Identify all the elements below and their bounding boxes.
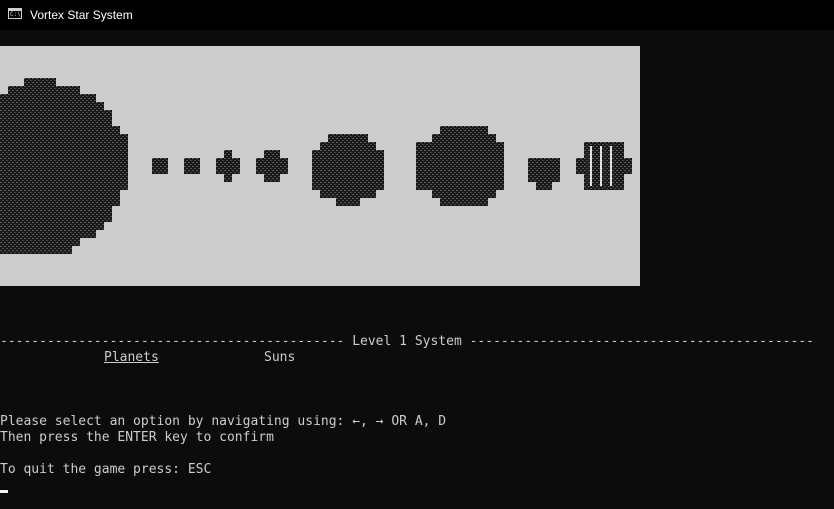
title-bar: C:\ Vortex Star System: [0, 0, 834, 30]
star-system-svg: [0, 78, 632, 254]
window-title: Vortex Star System: [30, 8, 133, 22]
planet-5-shape: [312, 134, 384, 206]
planet-2-shape: [184, 158, 200, 174]
menu-option-suns[interactable]: Suns: [264, 350, 295, 366]
menu-option-planets[interactable]: Planets: [104, 350, 159, 366]
text-cursor: [0, 490, 8, 493]
planet-8-shape: [576, 142, 632, 190]
planet-1-shape: [152, 158, 168, 174]
planet-6-shape: [416, 126, 504, 206]
planet-4-shape: [256, 150, 288, 182]
quit-instruction: To quit the game press: ESC: [0, 462, 212, 477]
navigation-instruction: Please select an option by navigating us…: [0, 414, 447, 429]
planet-3-shape: [216, 150, 240, 182]
confirm-instruction: Then press the ENTER key to confirm: [0, 430, 274, 445]
level-header: ----------------------------------------…: [0, 334, 814, 349]
planet-7-shape: [528, 158, 560, 190]
star-system-art: [0, 46, 640, 286]
sun-shape: [0, 78, 128, 254]
console-output: ----------------------------------------…: [0, 334, 834, 477]
console-app-icon[interactable]: C:\: [8, 8, 22, 19]
